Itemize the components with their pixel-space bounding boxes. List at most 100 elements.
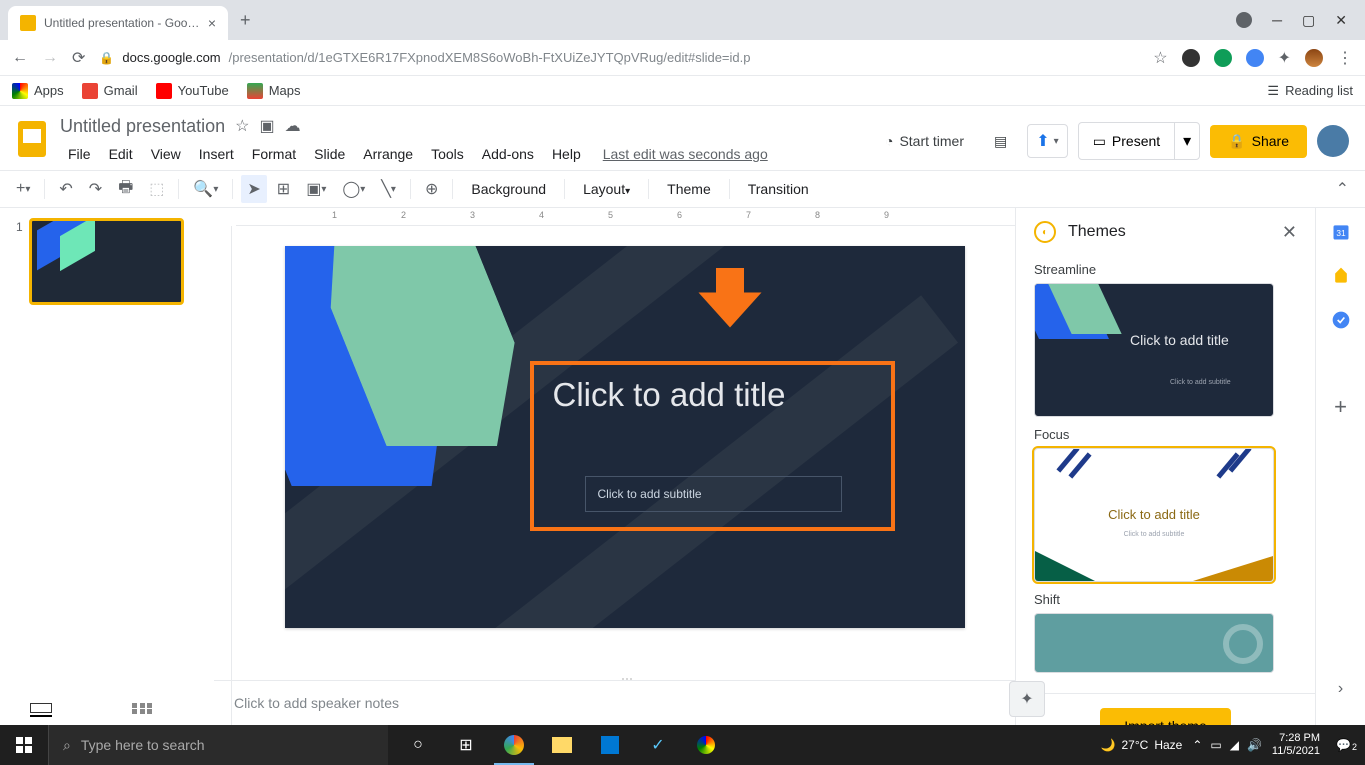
- taskbar-search[interactable]: ⌕Type here to search: [48, 725, 388, 765]
- move-icon[interactable]: ▣: [259, 116, 274, 136]
- app-taskbar-icon[interactable]: [586, 725, 634, 765]
- url-field[interactable]: 🔒 docs.google.com/presentation/d/1eGTXE6…: [99, 50, 1139, 65]
- select-tool-icon[interactable]: ➤: [241, 175, 266, 203]
- shape-icon[interactable]: ◯▾: [336, 175, 371, 203]
- slide-canvas[interactable]: Click to add title Click to add subtitle: [285, 246, 965, 628]
- filmstrip-view-icon[interactable]: [30, 703, 52, 717]
- bookmark-gmail[interactable]: Gmail: [82, 83, 138, 99]
- expand-rail-icon[interactable]: ›: [1338, 680, 1343, 698]
- share-button[interactable]: 🔒Share: [1210, 125, 1307, 158]
- bookmark-youtube[interactable]: YouTube: [156, 83, 229, 99]
- close-window-icon[interactable]: ✕: [1335, 12, 1347, 29]
- menu-arrange[interactable]: Arrange: [355, 142, 421, 166]
- slide-thumbnail-1[interactable]: 1: [16, 218, 198, 305]
- menu-edit[interactable]: Edit: [101, 142, 141, 166]
- extensions-puzzle-icon[interactable]: ✦: [1278, 48, 1291, 68]
- subtitle-placeholder-box[interactable]: Click to add subtitle: [585, 476, 842, 512]
- extension-icon-3[interactable]: [1246, 49, 1264, 67]
- title-placeholder[interactable]: Click to add title: [553, 376, 786, 414]
- tab-close-icon[interactable]: ×: [208, 15, 216, 31]
- bookmark-maps[interactable]: Maps: [247, 83, 301, 99]
- collapse-toolbar-icon[interactable]: ⌃: [1330, 175, 1355, 203]
- new-slide-button[interactable]: +▾: [10, 176, 36, 202]
- start-timer-button[interactable]: ◔Start timer: [875, 127, 974, 155]
- grid-view-icon[interactable]: [132, 703, 154, 717]
- maximize-icon[interactable]: ▢: [1302, 12, 1315, 29]
- weather-widget[interactable]: 🌙 27°C Haze: [1101, 738, 1183, 752]
- print-icon[interactable]: 🖶: [112, 172, 139, 207]
- theme-button[interactable]: Theme: [657, 177, 721, 201]
- notes-resize-handle[interactable]: [615, 678, 639, 684]
- menu-insert[interactable]: Insert: [191, 142, 242, 166]
- comments-button[interactable]: ▤: [984, 127, 1017, 156]
- keep-icon[interactable]: [1331, 266, 1351, 286]
- line-icon[interactable]: ╲▾: [375, 175, 402, 203]
- browser-tab[interactable]: Untitled presentation - Google S ×: [8, 6, 228, 40]
- wifi-icon[interactable]: ◢: [1230, 738, 1239, 752]
- lock-icon[interactable]: 🔒: [99, 51, 114, 65]
- bookmark-apps[interactable]: Apps: [12, 83, 64, 99]
- explorer-taskbar-icon[interactable]: [538, 725, 586, 765]
- present-button[interactable]: ▭Present: [1079, 123, 1174, 159]
- chrome-menu-icon[interactable]: ⋮: [1337, 48, 1353, 68]
- back-icon[interactable]: ←: [12, 49, 28, 67]
- reading-list-button[interactable]: ☰Reading list: [1267, 83, 1353, 99]
- menu-format[interactable]: Format: [244, 142, 304, 166]
- undo-icon[interactable]: ↶: [53, 175, 78, 203]
- volume-icon[interactable]: 🔊: [1247, 738, 1262, 752]
- notifications-icon[interactable]: 💬2: [1330, 738, 1357, 752]
- bookmark-star-icon[interactable]: ☆: [1153, 48, 1167, 68]
- last-edit-link[interactable]: Last edit was seconds ago: [603, 146, 768, 162]
- add-addon-icon[interactable]: +: [1334, 394, 1347, 420]
- taskbar-clock[interactable]: 7:28 PM 11/5/2021: [1272, 732, 1320, 758]
- chrome-account-icon[interactable]: [1236, 12, 1252, 28]
- tasks-icon[interactable]: [1331, 310, 1351, 330]
- extension-icon-2[interactable]: [1214, 49, 1232, 67]
- zoom-button[interactable]: 🔍▾: [187, 175, 224, 203]
- toolbar: +▾ ↶ ↷ 🖶 ⬚ 🔍▾ ➤ ⊞ ▣▾ ◯▾ ╲▾ ⊕ Background …: [0, 170, 1365, 208]
- extension-icon-1[interactable]: [1182, 49, 1200, 67]
- profile-avatar-icon[interactable]: [1305, 49, 1323, 67]
- present-dropdown[interactable]: ▾: [1174, 123, 1199, 159]
- vertical-ruler: [214, 226, 232, 758]
- menu-file[interactable]: File: [60, 142, 99, 166]
- subtitle-placeholder: Click to add subtitle: [598, 487, 702, 501]
- task-view-icon[interactable]: ⊞: [442, 725, 490, 765]
- layout-button[interactable]: Layout▾: [573, 177, 640, 201]
- battery-icon[interactable]: ▭: [1210, 738, 1221, 752]
- upload-box-button[interactable]: ⬆▾: [1027, 124, 1067, 158]
- menu-view[interactable]: View: [143, 142, 189, 166]
- transition-button[interactable]: Transition: [738, 177, 819, 201]
- reload-icon[interactable]: ⟳: [72, 48, 85, 68]
- redo-icon[interactable]: ↷: [83, 175, 108, 203]
- cloud-status-icon[interactable]: ☁: [285, 116, 301, 136]
- doc-title[interactable]: Untitled presentation: [60, 116, 225, 137]
- menu-addons[interactable]: Add-ons: [474, 142, 542, 166]
- chrome-taskbar-icon[interactable]: [490, 725, 538, 765]
- menu-slide[interactable]: Slide: [306, 142, 353, 166]
- calendar-icon[interactable]: 31: [1331, 222, 1351, 242]
- explore-button[interactable]: ✦: [1009, 681, 1045, 717]
- start-button[interactable]: [0, 725, 48, 765]
- youtube-icon: [156, 83, 172, 99]
- close-panel-icon[interactable]: ✕: [1282, 222, 1297, 243]
- minimize-icon[interactable]: ─: [1272, 12, 1282, 29]
- paint-taskbar-icon[interactable]: [682, 725, 730, 765]
- todo-taskbar-icon[interactable]: ✓: [634, 725, 682, 765]
- theme-preview-focus[interactable]: Click to add title Click to add subtitle: [1034, 448, 1274, 582]
- slides-logo-icon[interactable]: [12, 112, 52, 166]
- menu-help[interactable]: Help: [544, 142, 589, 166]
- cortana-icon[interactable]: ○: [394, 725, 442, 765]
- theme-preview-streamline[interactable]: Click to add title Click to add subtitle: [1034, 283, 1274, 417]
- paint-format-icon[interactable]: ⬚: [143, 175, 170, 203]
- tray-chevron-icon[interactable]: ⌃: [1192, 738, 1202, 752]
- user-avatar[interactable]: [1317, 125, 1349, 157]
- image-icon[interactable]: ▣▾: [300, 175, 332, 203]
- comment-add-icon[interactable]: ⊕: [419, 175, 444, 203]
- theme-preview-shift[interactable]: [1034, 613, 1274, 673]
- star-icon[interactable]: ☆: [235, 116, 249, 136]
- menu-tools[interactable]: Tools: [423, 142, 472, 166]
- new-tab-button[interactable]: +: [240, 10, 251, 31]
- background-button[interactable]: Background: [461, 177, 556, 201]
- textbox-icon[interactable]: ⊞: [271, 175, 296, 203]
